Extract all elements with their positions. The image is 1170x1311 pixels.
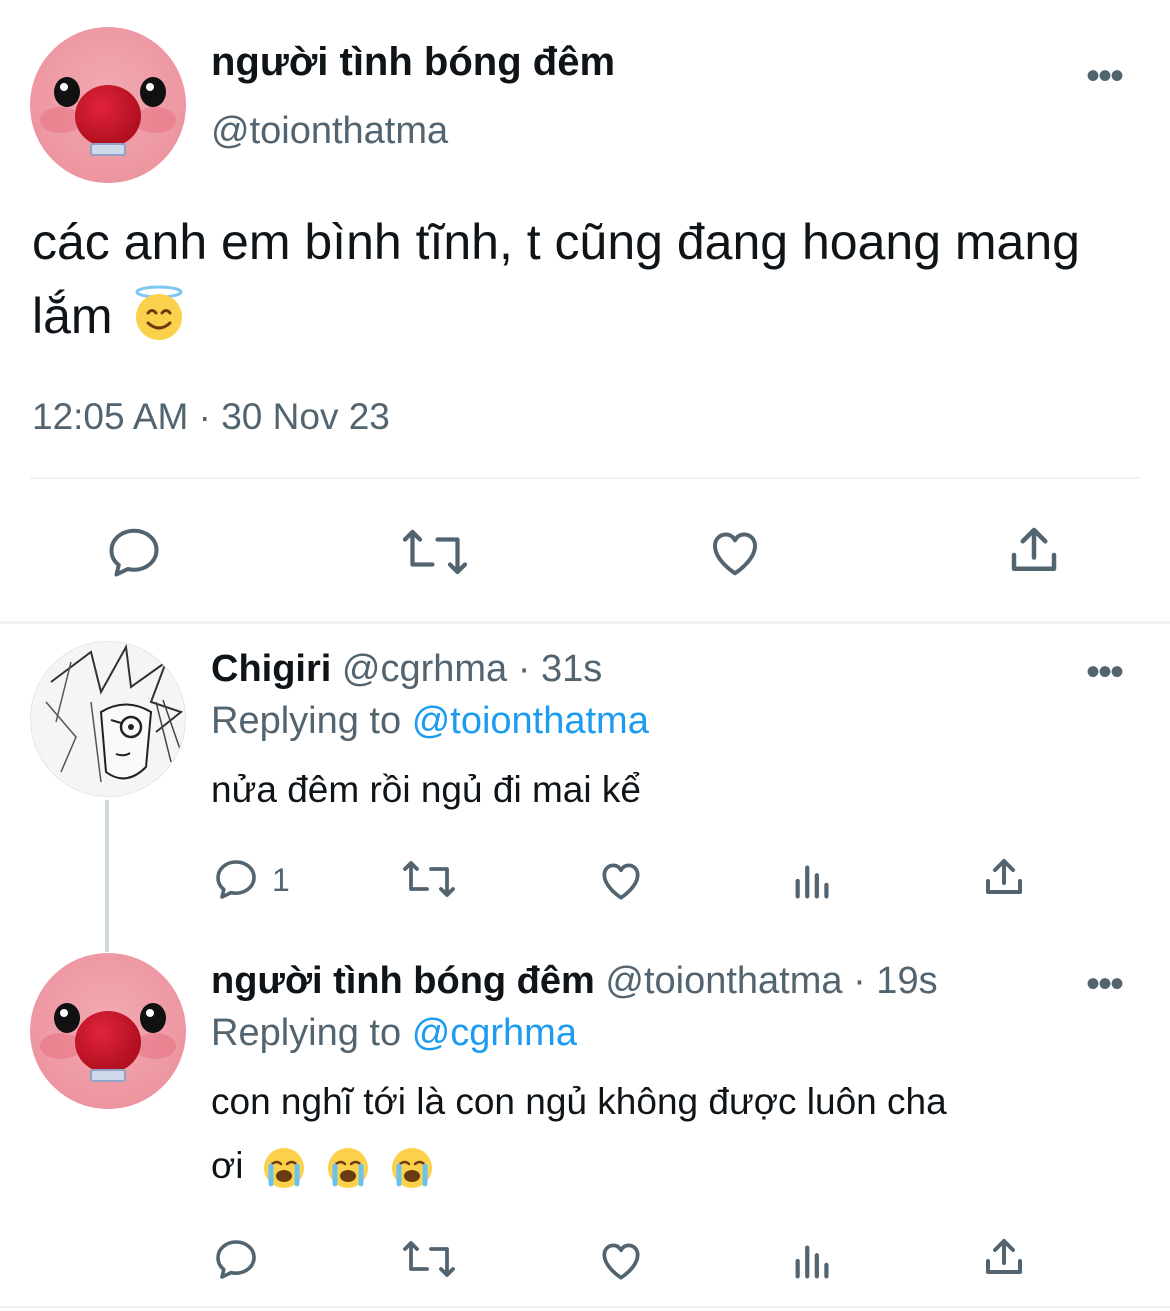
more-options-button[interactable]: •••: [1086, 964, 1124, 1004]
reply-author-name[interactable]: Chigiri: [211, 648, 331, 690]
reply-text-line-1: con nghĩ tới là con ngủ không được luôn …: [211, 1081, 947, 1122]
like-heart-icon[interactable]: [705, 522, 765, 582]
reply-header: Chigiri @cgrhma · 31s: [211, 648, 602, 691]
divider: [30, 477, 1140, 479]
replying-to-link[interactable]: @cgrhma: [412, 1012, 577, 1054]
divider: [0, 621, 1170, 624]
views-analytics-icon[interactable]: [790, 1238, 836, 1284]
reply-time[interactable]: · 19s: [853, 960, 937, 1002]
divider: [0, 1306, 1170, 1308]
reply-author-handle[interactable]: @toionthatma: [605, 960, 842, 1002]
replying-to-line: Replying to @toionthatma: [211, 700, 649, 743]
more-options-button[interactable]: •••: [1086, 652, 1124, 692]
replying-to-link[interactable]: @toionthatma: [412, 700, 649, 742]
more-options-button[interactable]: •••: [1086, 56, 1124, 96]
reply-icon[interactable]: [104, 522, 164, 582]
tweet-timestamp[interactable]: 12:05 AM · 30 Nov 23: [32, 396, 390, 438]
author-handle[interactable]: @toionthatma: [211, 110, 448, 153]
replying-to-label: Replying to: [211, 1012, 402, 1054]
reply-text-line-2: ơi: [211, 1134, 1131, 1198]
reply-icon[interactable]: [212, 1235, 260, 1283]
retweet-icon[interactable]: [400, 855, 458, 903]
tweet-text: các anh em bình tĩnh, t cũng đang hoang …: [32, 205, 1132, 353]
reply-author-handle[interactable]: @cgrhma: [342, 648, 507, 690]
share-icon[interactable]: [1004, 520, 1064, 580]
author-name[interactable]: người tình bóng đêm: [211, 40, 615, 85]
reply-header: người tình bóng đêm @toionthatma · 19s: [211, 960, 938, 1003]
reply-icon[interactable]: [212, 855, 260, 903]
replying-to-line: Replying to @cgrhma: [211, 1012, 577, 1055]
manga-portrait-icon: [31, 642, 185, 796]
reply-text: nửa đêm rồi ngủ đi mai kể: [211, 769, 641, 810]
reply-avatar-chigiri[interactable]: [30, 641, 186, 797]
reply-time[interactable]: · 31s: [518, 648, 602, 690]
crying-face-emoji-icon: [328, 1148, 369, 1189]
author-avatar[interactable]: [30, 27, 186, 183]
views-analytics-icon[interactable]: [790, 858, 836, 904]
replying-to-label: Replying to: [211, 700, 402, 742]
retweet-icon[interactable]: [400, 522, 470, 582]
crying-face-emoji-icon: [263, 1148, 304, 1189]
reply-avatar-author[interactable]: [30, 953, 186, 1109]
retweet-icon[interactable]: [400, 1235, 458, 1283]
halo-smile-emoji-icon: [135, 285, 183, 340]
share-icon[interactable]: [980, 1233, 1028, 1281]
like-heart-icon[interactable]: [596, 1235, 646, 1285]
tweet-text-body: các anh em bình tĩnh, t cũng đang hoang …: [32, 214, 1080, 344]
reply-count: 1: [272, 862, 290, 898]
like-heart-icon[interactable]: [596, 855, 646, 905]
share-icon[interactable]: [980, 853, 1028, 901]
reply-text: con nghĩ tới là con ngủ không được luôn …: [211, 1070, 1131, 1198]
thread-connector: [105, 800, 109, 952]
crying-face-emoji-icon: [392, 1148, 433, 1189]
reply-text-line-2-text: ơi: [211, 1145, 244, 1186]
reply-author-name[interactable]: người tình bóng đêm: [211, 960, 595, 1002]
